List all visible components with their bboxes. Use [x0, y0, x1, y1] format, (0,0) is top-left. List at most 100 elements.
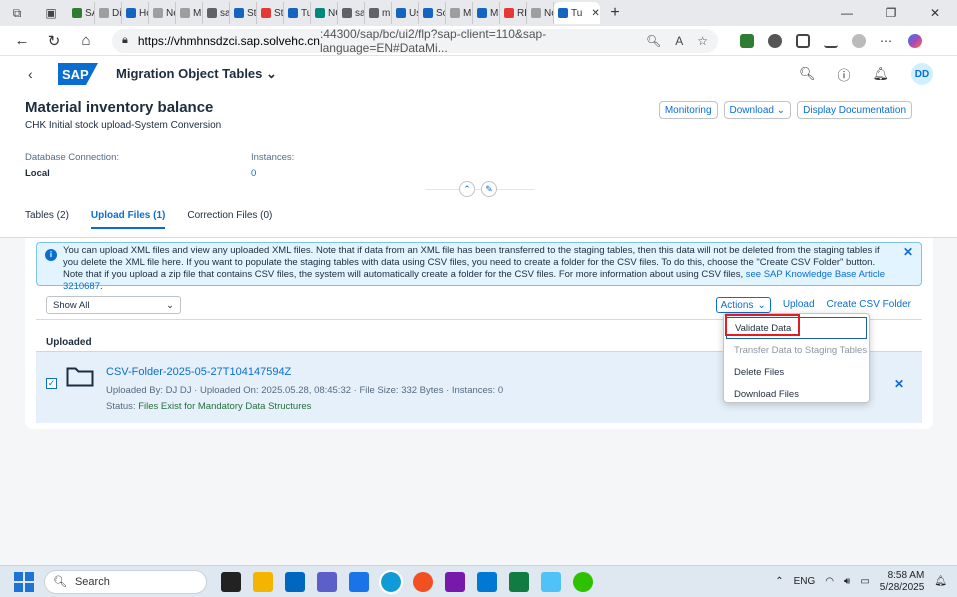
- file-explorer-icon[interactable]: [253, 571, 273, 592]
- menu-item-delete-files[interactable]: Delete Files: [724, 361, 869, 383]
- taskbar-search[interactable]: 🔍︎ Search: [44, 569, 207, 594]
- onenote-icon[interactable]: [445, 571, 465, 592]
- restore-icon[interactable]: ❐: [869, 6, 913, 20]
- new-tab-button[interactable]: +: [600, 4, 630, 22]
- extension-icon[interactable]: [768, 33, 782, 48]
- home-icon[interactable]: ⌂: [70, 32, 102, 49]
- upload-button[interactable]: Upload: [783, 299, 815, 313]
- wifi-icon[interactable]: ◠: [825, 576, 834, 587]
- app-icon[interactable]: [413, 571, 433, 592]
- minimize-icon[interactable]: —: [825, 6, 869, 20]
- back-icon[interactable]: ←: [6, 32, 38, 49]
- file-status: Status: Files Exist for Mandatory Data S…: [106, 401, 311, 412]
- browser-tab[interactable]: So: [419, 2, 446, 24]
- zoom-icon[interactable]: 🔍︎: [646, 34, 661, 48]
- search-icon[interactable]: 🔍︎: [799, 66, 816, 82]
- file-name-link[interactable]: CSV-Folder-2025-05-27T104147594Z: [106, 366, 291, 378]
- tab-favicon-icon: [207, 8, 217, 18]
- browser-tab[interactable]: SA: [68, 2, 95, 24]
- browser-tab[interactable]: Tu: [284, 2, 311, 24]
- browser-tab[interactable]: sa: [203, 2, 230, 24]
- browser-tab[interactable]: NC: [311, 2, 338, 24]
- read-aloud-icon[interactable]: A: [675, 34, 683, 48]
- browser-tab[interactable]: Mi: [176, 2, 203, 24]
- filter-select[interactable]: Show All ⌄: [46, 296, 181, 314]
- checkbox[interactable]: ✓: [46, 378, 57, 389]
- outlook-icon[interactable]: [477, 571, 497, 592]
- tab-actions-icon[interactable]: ▣: [34, 0, 68, 26]
- extension-icon[interactable]: [740, 33, 754, 48]
- delete-row-icon[interactable]: ✕: [894, 377, 904, 391]
- browser-tab[interactable]: mi: [365, 2, 392, 24]
- notification-bell-icon[interactable]: 🔔︎: [934, 576, 947, 587]
- browser-tab[interactable]: Ste: [257, 2, 284, 24]
- browser-tab-label: Hc: [139, 7, 148, 19]
- language-indicator[interactable]: ENG: [794, 576, 816, 587]
- browser-tab[interactable]: Hc: [122, 2, 149, 24]
- monitoring-button[interactable]: Monitoring: [658, 101, 718, 119]
- more-icon[interactable]: ⋯: [880, 34, 894, 48]
- workspaces-icon[interactable]: ⧉: [0, 0, 34, 26]
- browser-tab[interactable]: Tu ✕: [554, 2, 600, 24]
- clock[interactable]: 8:58 AM 5/28/2025: [880, 570, 925, 594]
- menu-item-download-files[interactable]: Download Files: [724, 383, 869, 405]
- tab-favicon-icon: [369, 8, 379, 18]
- excel-icon[interactable]: [509, 571, 529, 592]
- url-host: https://vhmhnsdzci.sap.solvehc.cn: [137, 33, 320, 48]
- sap-logo[interactable]: SAP: [58, 63, 98, 85]
- profile-icon[interactable]: [852, 33, 866, 48]
- tab-upload-files[interactable]: Upload Files (1): [90, 210, 166, 229]
- chevron-up-icon[interactable]: ⌃: [775, 576, 783, 587]
- refresh-icon[interactable]: ↻: [38, 32, 70, 50]
- browser-tab[interactable]: Mi: [446, 2, 473, 24]
- task-view-icon[interactable]: [221, 571, 241, 592]
- actions-menu-button[interactable]: Actions ⌄: [715, 297, 771, 313]
- help-icon[interactable]: ⓘ: [837, 65, 850, 84]
- store-icon[interactable]: [285, 571, 305, 592]
- lock-icon[interactable]: 🔒︎: [122, 34, 128, 47]
- browser-tab[interactable]: sa: [338, 2, 365, 24]
- close-icon[interactable]: ✕: [903, 246, 913, 258]
- browser-tab[interactable]: Ne: [527, 2, 554, 24]
- clock-date: 5/28/2025: [879, 581, 925, 593]
- menu-item-transfer-data[interactable]: Transfer Data to Staging Tables: [724, 339, 869, 361]
- battery-icon[interactable]: ▭: [860, 576, 869, 587]
- notifications-icon[interactable]: 🔔︎: [872, 66, 889, 82]
- tab-tables[interactable]: Tables (2): [25, 210, 69, 229]
- teams-icon[interactable]: [317, 571, 337, 592]
- tab-correction-files[interactable]: Correction Files (0): [187, 210, 272, 229]
- wechat-icon[interactable]: [573, 571, 593, 592]
- volume-icon[interactable]: 🔊︎: [844, 576, 850, 587]
- notepad-icon[interactable]: [541, 571, 561, 592]
- download-button[interactable]: Download ⌄: [723, 101, 792, 119]
- browser-tab-label: Ne: [166, 7, 175, 19]
- copilot-icon[interactable]: [908, 33, 922, 48]
- shell-back-icon[interactable]: ‹: [28, 66, 52, 82]
- collapse-header-icon[interactable]: ⌃: [459, 181, 475, 197]
- favorite-star-icon[interactable]: ☆: [697, 34, 708, 48]
- info-icon: i: [45, 249, 57, 261]
- browser-tab[interactable]: RE: [500, 2, 527, 24]
- browser-tab[interactable]: Dis: [95, 2, 122, 24]
- windows-start-icon[interactable]: [14, 571, 34, 592]
- close-window-icon[interactable]: ✕: [913, 6, 957, 20]
- app-title-menu[interactable]: Migration Object Tables ⌄: [116, 66, 277, 82]
- browser-tab[interactable]: Ste: [230, 2, 257, 24]
- chevron-down-icon: ⌄: [757, 299, 766, 311]
- extensions-icon[interactable]: [796, 33, 810, 48]
- edge-icon[interactable]: [379, 569, 403, 594]
- app-icon[interactable]: [349, 571, 369, 592]
- avatar[interactable]: DD: [911, 63, 933, 85]
- browser-tab-label: Mi: [490, 7, 500, 19]
- url-field[interactable]: 🔒︎ https://vhmhnsdzci.sap.solvehc.cn :44…: [112, 27, 718, 55]
- browser-tab[interactable]: Mi: [473, 2, 500, 24]
- tab-favicon-icon: [558, 8, 568, 18]
- instances-link[interactable]: 0: [251, 168, 294, 179]
- browser-tab[interactable]: Us: [392, 2, 419, 24]
- create-csv-folder-button[interactable]: Create CSV Folder: [827, 299, 911, 313]
- favorites-icon[interactable]: [824, 34, 838, 48]
- pin-header-icon[interactable]: ✎: [481, 181, 497, 197]
- browser-tab[interactable]: Ne: [149, 2, 176, 24]
- display-documentation-button[interactable]: Display Documentation: [797, 101, 912, 119]
- close-tab-icon[interactable]: ✕: [591, 8, 599, 19]
